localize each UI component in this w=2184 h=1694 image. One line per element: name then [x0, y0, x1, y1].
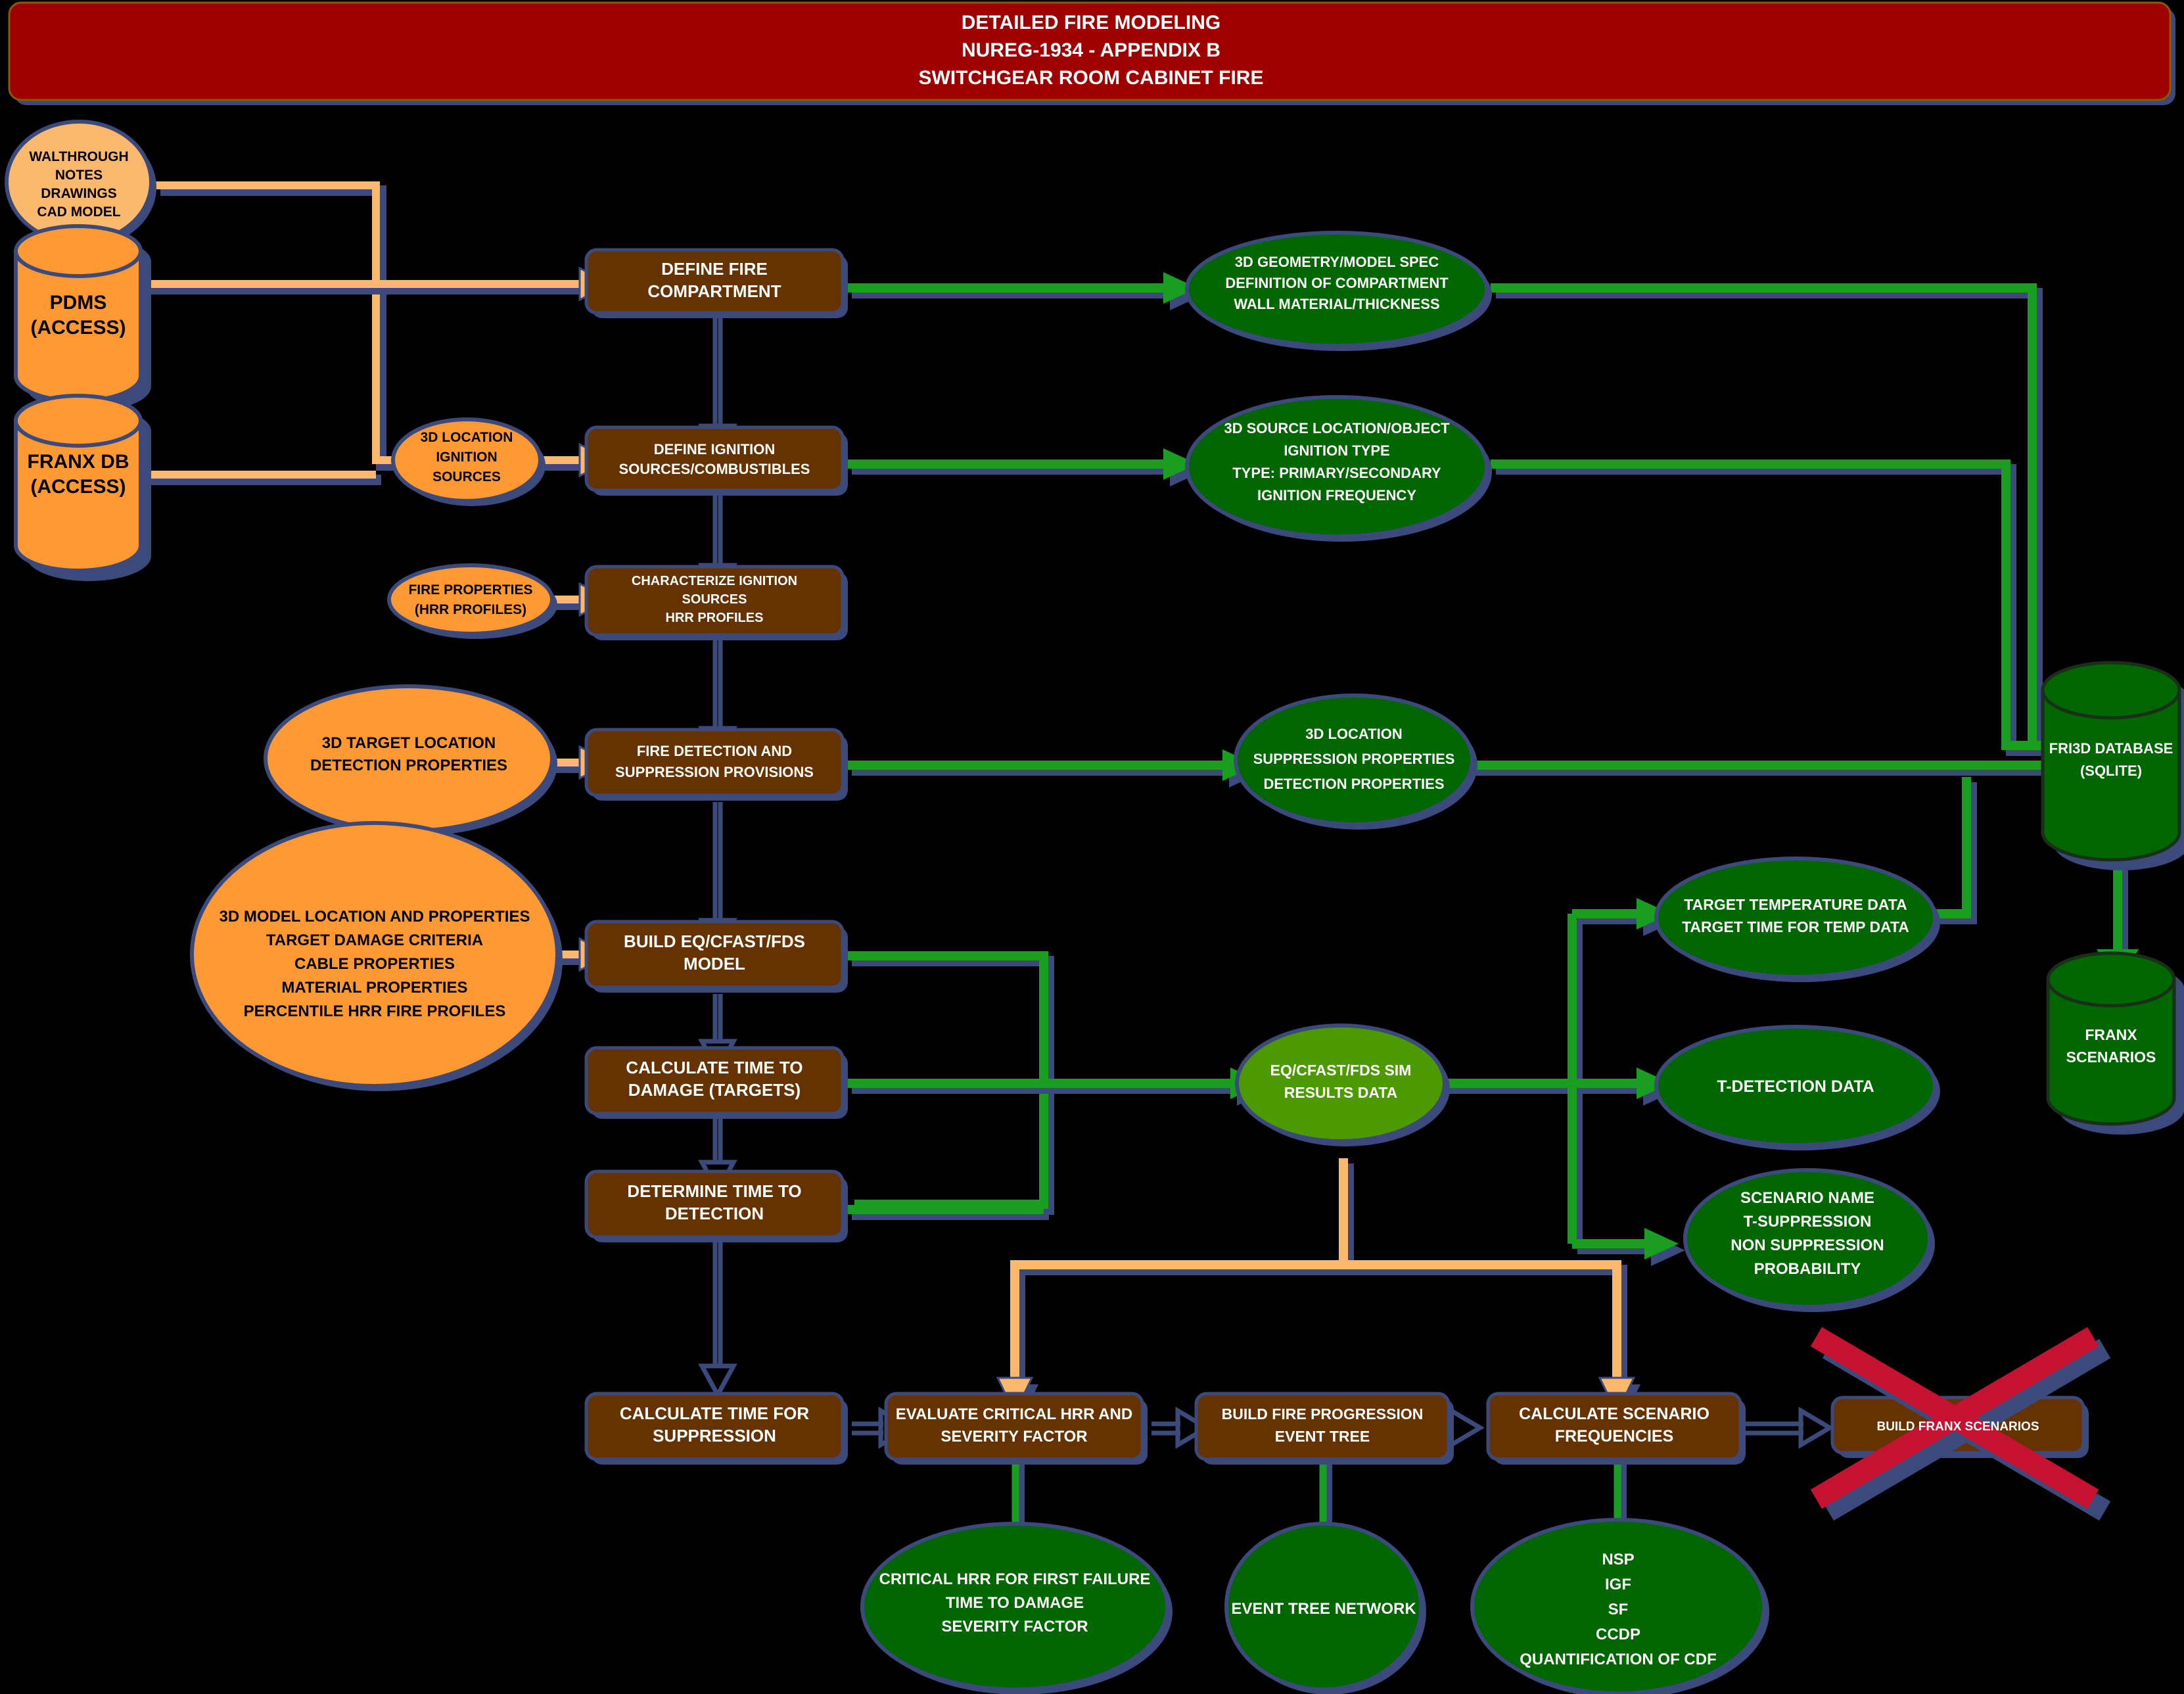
flowchart-canvas: DETAILED FIRE MODELING NUREG-1934 - APPE…	[0, 0, 2184, 1694]
label-modelprops-3: CABLE PROPERTIES	[294, 955, 455, 973]
label-fireprops-1: FIRE PROPERTIES	[408, 582, 532, 598]
label-sourceloc-2: IGNITION TYPE	[1284, 442, 1389, 459]
label-quant-1: NSP	[1602, 1551, 1634, 1568]
label-detection-1: FIRE DETECTION AND	[637, 743, 792, 759]
label-buildmodel-1: BUILD EQ/CFAST/FDS	[624, 931, 805, 951]
label-scenfreq-2: FREQUENCIES	[1555, 1427, 1674, 1446]
label-sourceloc-1: 3D SOURCE LOCATION/OBJECT	[1224, 420, 1450, 436]
label-tdetection: T-DETECTION DATA	[1717, 1077, 1874, 1096]
label-quant-5: QUANTIFICATION OF CDF	[1520, 1651, 1717, 1668]
label-franxdb-2: (ACCESS)	[30, 476, 126, 498]
label-locign-2: IGNITION	[436, 450, 497, 465]
label-locign-3: SOURCES	[432, 469, 501, 484]
label-characterize-2: SOURCES	[682, 592, 747, 607]
label-locsupp-3: DETECTION PROPERTIES	[1263, 776, 1444, 792]
label-targetloc-1: 3D TARGET LOCATION	[322, 734, 496, 752]
label-eventtree-1: BUILD FIRE PROGRESSION	[1222, 1405, 1424, 1423]
label-locsupp-1: 3D LOCATION	[1305, 726, 1402, 742]
label-scenname-4: PROBABILITY	[1754, 1260, 1861, 1278]
label-franxdb-1: FRANX DB	[28, 451, 129, 473]
label-scenfreq-1: CALCULATE SCENARIO	[1519, 1405, 1709, 1423]
label-evalhrr-1: EVALUATE CRITICAL HRR AND	[896, 1405, 1132, 1423]
label-targettemp-2: TARGET TIME FOR TEMP DATA	[1682, 918, 1909, 935]
label-quant-3: SF	[1608, 1601, 1629, 1618]
label-crithrr-2: TIME TO DAMAGE	[946, 1594, 1084, 1612]
label-etnetwork: EVENT TREE NETWORK	[1231, 1600, 1416, 1618]
label-targetloc-2: DETECTION PROPERTIES	[310, 757, 507, 774]
label-timesupp-2: SUPPRESSION	[653, 1426, 776, 1446]
flowchart-svg: DETAILED FIRE MODELING NUREG-1934 - APPE…	[0, 0, 2184, 1694]
edge-franxdb-to-trunk	[146, 471, 381, 485]
label-timesupp-1: CALCULATE TIME FOR	[620, 1403, 810, 1423]
header-line-2: NUREG-1934 - APPENDIX B	[962, 39, 1220, 61]
label-geometry-3: WALL MATERIAL/THICKNESS	[1234, 296, 1439, 312]
edge-timedetection-to-sim	[847, 1205, 1049, 1220]
label-timedamage-2: DAMAGE (TARGETS)	[628, 1080, 801, 1100]
label-compartment-2: COMPARTMENT	[647, 281, 781, 301]
label-fireprops-2: (HRR PROFILES)	[415, 602, 526, 617]
label-pdms-2: (ACCESS)	[30, 317, 126, 339]
label-walkthrough-3: DRAWINGS	[41, 186, 117, 201]
label-pdms-1: PDMS	[50, 292, 107, 314]
label-eventtree-2: EVENT TREE	[1275, 1428, 1370, 1445]
label-locign-1: 3D LOCATION	[421, 430, 513, 445]
label-modelprops-5: PERCENTILE HRR FIRE PROFILES	[244, 1002, 506, 1020]
label-locsupp-2: SUPPRESSION PROPERTIES	[1253, 751, 1455, 767]
label-compartment-1: DEFINE FIRE	[661, 259, 768, 279]
label-scenname-1: SCENARIO NAME	[1740, 1189, 1874, 1207]
label-quant-2: IGF	[1605, 1576, 1631, 1593]
label-geometry-1: 3D GEOMETRY/MODEL SPEC	[1235, 254, 1439, 270]
label-sourceloc-3: TYPE: PRIMARY/SECONDARY	[1232, 465, 1441, 481]
label-fri3d-1: FRI3D DATABASE	[2049, 740, 2173, 757]
label-characterize-3: HRR PROFILES	[666, 611, 764, 625]
label-franxscen-2: SCENARIOS	[2066, 1048, 2156, 1066]
label-modelprops-1: 3D MODEL LOCATION AND PROPERTIES	[220, 908, 530, 926]
label-crithrr-1: CRITICAL HRR FOR FIRST FAILURE	[879, 1570, 1151, 1588]
label-evalhrr-2: SEVERITY FACTOR	[941, 1428, 1087, 1446]
label-quant-4: CCDP	[1596, 1626, 1640, 1643]
label-detection-2: SUPPRESSION PROVISIONS	[615, 764, 814, 780]
label-scenname-3: NON SUPPRESSION	[1731, 1236, 1884, 1254]
label-defineign-2: SOURCES/COMBUSTIBLES	[619, 461, 810, 477]
label-defineign-1: DEFINE IGNITION	[654, 441, 776, 458]
label-walkthrough: WALTHROUGH	[29, 149, 128, 164]
label-simresults-1: EQ/CFAST/FDS SIM	[1270, 1062, 1412, 1079]
label-scenname-2: T-SUPPRESSION	[1744, 1213, 1872, 1231]
label-geometry-2: DEFINITION OF COMPARTMENT	[1225, 275, 1449, 291]
database-franx-scenarios[interactable]	[2046, 951, 2184, 1135]
label-simresults-2: RESULTS DATA	[1284, 1084, 1398, 1101]
label-sourceloc-4: IGNITION FREQUENCY	[1257, 487, 1416, 504]
label-modelprops-4: MATERIAL PROPERTIES	[281, 979, 467, 997]
label-buildfranx: BUILD FRANX SCENARIOS	[1876, 1420, 2039, 1434]
label-crithrr-3: SEVERITY FACTOR	[941, 1618, 1088, 1635]
label-franxscen-1: FRANX	[2085, 1026, 2137, 1043]
label-characterize-1: CHARACTERIZE IGNITION	[632, 574, 797, 588]
label-timedamage-1: CALCULATE TIME TO	[626, 1058, 802, 1077]
label-fri3d-2: (SQLITE)	[2080, 763, 2142, 779]
header-line-1: DETAILED FIRE MODELING	[962, 12, 1220, 34]
label-buildmodel-2: MODEL	[684, 954, 745, 974]
header-line-3: SWITCHGEAR ROOM CABINET FIRE	[919, 67, 1264, 89]
label-targettemp-1: TARGET TEMPERATURE DATA	[1684, 896, 1907, 913]
label-timedetection-1: DETERMINE TIME TO	[627, 1181, 801, 1201]
label-modelprops-2: TARGET DAMAGE CRITERIA	[266, 931, 483, 949]
label-walkthrough-2: NOTES	[55, 168, 103, 183]
label-timedetection-2: DETECTION	[665, 1204, 764, 1223]
label-walkthrough-4: CAD MODEL	[37, 204, 120, 220]
